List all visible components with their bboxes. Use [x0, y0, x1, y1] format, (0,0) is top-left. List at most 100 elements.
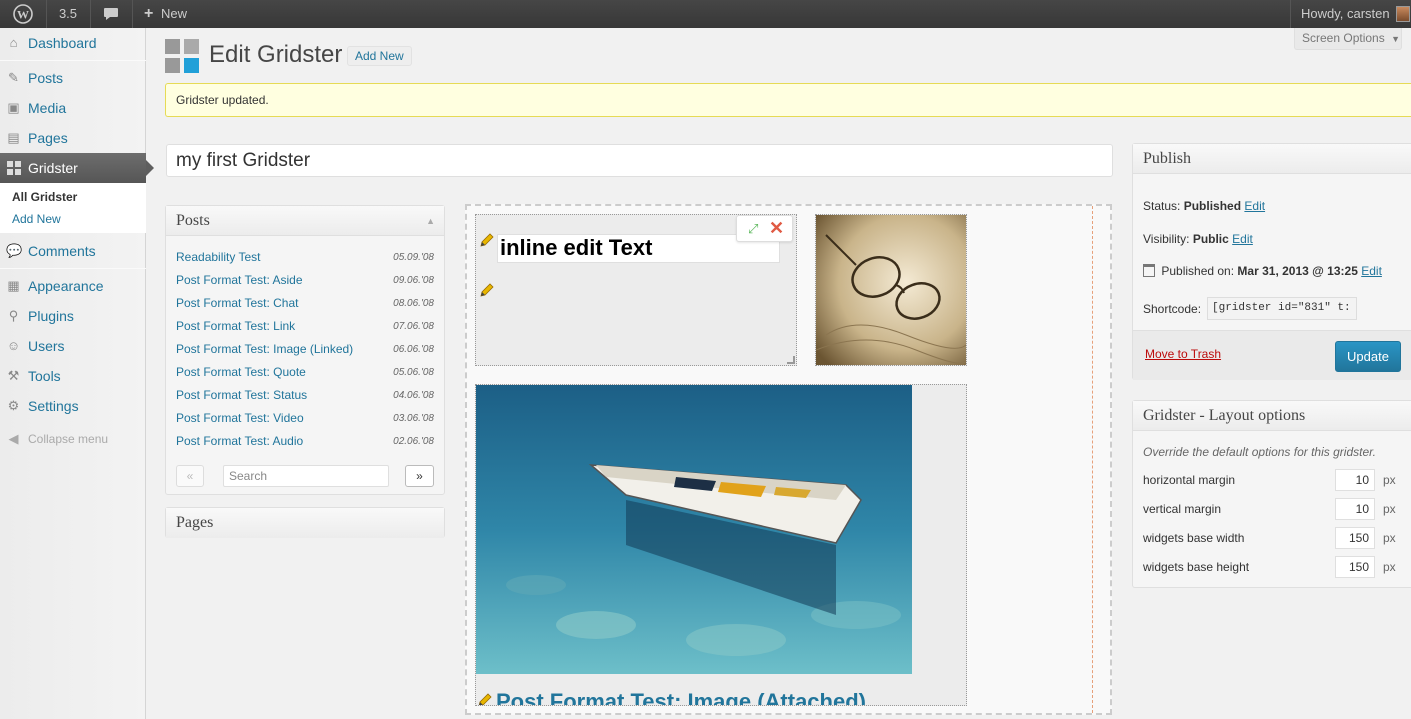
- menu-appearance-label: Appearance: [28, 278, 104, 294]
- post-list-item[interactable]: Post Format Test: Link 07.06.'08: [176, 315, 434, 338]
- published-label: Published on:: [1161, 264, 1235, 278]
- layout-field-input[interactable]: 10: [1335, 469, 1375, 491]
- menu-media[interactable]: ▣ Media: [0, 93, 146, 123]
- post-date: 08.06.'08: [393, 298, 434, 309]
- post-caption[interactable]: Post Format Test: Image (Attached): [496, 689, 866, 705]
- menu-users[interactable]: ☺ Users: [0, 331, 146, 361]
- post-date: 06.06.'08: [393, 344, 434, 355]
- wordpress-logo-icon[interactable]: W: [0, 0, 46, 28]
- post-list-item[interactable]: Post Format Test: Image (Linked) 06.06.'0…: [176, 338, 434, 361]
- resize-handle[interactable]: [787, 356, 795, 364]
- post-widget-image-attached[interactable]: Post Format Test: Image (Attached): [475, 384, 967, 706]
- post-list-item[interactable]: Post Format Test: Chat 08.06.'08: [176, 292, 434, 315]
- toggle-arrow-icon[interactable]: ▲: [426, 206, 435, 236]
- search-placeholder: Search: [229, 469, 268, 483]
- menu-posts[interactable]: ✎ Posts: [0, 63, 146, 93]
- post-title-link[interactable]: Post Format Test: Audio: [176, 434, 303, 448]
- expand-icon[interactable]: ⤢: [748, 221, 758, 237]
- move-to-trash-link[interactable]: Move to Trash: [1145, 347, 1221, 361]
- menu-users-label: Users: [28, 338, 65, 354]
- unit-label: px: [1383, 502, 1396, 516]
- post-title-link[interactable]: Post Format Test: Quote: [176, 365, 306, 379]
- gridster-submenu: All Gridster Add New: [0, 183, 146, 233]
- visibility-row: Visibility: Public Edit: [1143, 232, 1253, 246]
- avatar[interactable]: [1396, 6, 1410, 22]
- plus-icon: +: [144, 5, 154, 22]
- title-input[interactable]: my first Gridster: [166, 144, 1113, 177]
- menu-plugins[interactable]: ⚲ Plugins: [0, 301, 146, 331]
- menu-dashboard-label: Dashboard: [28, 35, 97, 51]
- pages-box-title: Pages: [176, 514, 214, 531]
- new-label: New: [160, 6, 187, 21]
- post-title-link[interactable]: Post Format Test: Link: [176, 319, 295, 333]
- version-badge[interactable]: 3.5: [46, 0, 90, 28]
- add-new-button[interactable]: Add New: [347, 46, 412, 66]
- visibility-edit-link[interactable]: Edit: [1232, 232, 1253, 246]
- submenu-all-gridster[interactable]: All Gridster: [0, 186, 146, 208]
- post-list-item[interactable]: Post Format Test: Quote 05.06.'08: [176, 361, 434, 384]
- post-title-link[interactable]: Post Format Test: Video: [176, 411, 304, 425]
- menu-comments-label: Comments: [28, 243, 96, 259]
- layout-options-desc: Override the default options for this gr…: [1143, 445, 1377, 459]
- menu-appearance[interactable]: ▦ Appearance: [0, 271, 146, 301]
- menu-tools[interactable]: ⚒ Tools: [0, 361, 146, 391]
- layout-field-label: vertical margin: [1143, 502, 1222, 516]
- menu-gridster[interactable]: Gridster: [0, 153, 146, 183]
- layout-field-input[interactable]: 150: [1335, 556, 1375, 578]
- post-title-link[interactable]: Readability Test: [176, 250, 261, 264]
- status-edit-link[interactable]: Edit: [1244, 199, 1265, 213]
- posts-box-header[interactable]: Posts ▲: [166, 206, 444, 236]
- close-icon[interactable]: ✕: [769, 218, 784, 239]
- posts-search-input[interactable]: Search: [223, 465, 389, 487]
- submenu-add-new[interactable]: Add New: [0, 208, 146, 230]
- image-widget-glasses[interactable]: [815, 214, 967, 366]
- pages-box-header[interactable]: Pages: [166, 508, 444, 538]
- text-widget[interactable]: inline edit Text ⤢ ✕: [475, 214, 797, 366]
- post-list-item[interactable]: Post Format Test: Video 03.06.'08: [176, 407, 434, 430]
- pencil-icon[interactable]: [479, 232, 495, 248]
- menu-dashboard[interactable]: ⌂ Dashboard: [0, 28, 146, 58]
- post-title-link[interactable]: Post Format Test: Aside: [176, 273, 303, 287]
- post-title-link[interactable]: Post Format Test: Chat: [176, 296, 299, 310]
- prev-page-button[interactable]: «: [176, 465, 204, 487]
- screen-options-label: Screen Options: [1302, 31, 1385, 45]
- layout-field-input[interactable]: 10: [1335, 498, 1375, 520]
- next-page-button[interactable]: »: [405, 465, 434, 487]
- pencil-icon[interactable]: [477, 692, 493, 705]
- menu-settings[interactable]: ⚙ Settings: [0, 391, 146, 421]
- post-date: 02.06.'08: [393, 436, 434, 447]
- publish-box-header[interactable]: Publish: [1133, 144, 1411, 174]
- post-list-item[interactable]: Post Format Test: Status 04.06.'08: [176, 384, 434, 407]
- collapse-menu[interactable]: ◀ Collapse menu: [0, 424, 146, 454]
- new-content-menu[interactable]: + New: [144, 0, 187, 28]
- visibility-value: Public: [1192, 232, 1229, 246]
- post-list-item[interactable]: Post Format Test: Audio 02.06.'08: [176, 430, 434, 453]
- publish-box: Publish Status: Published Edit Visibilit…: [1132, 143, 1411, 380]
- layout-field-label: widgets base height: [1143, 560, 1250, 574]
- published-row: Published on: Mar 31, 2013 @ 13:25 Edit: [1143, 264, 1382, 278]
- canvas-boundary-line: [1092, 206, 1093, 713]
- pencil-icon[interactable]: [479, 282, 495, 298]
- post-title-link[interactable]: Post Format Test: Image (Linked): [176, 342, 353, 356]
- users-icon: ☺: [6, 338, 21, 353]
- howdy-user-menu[interactable]: Howdy, carsten: [1301, 0, 1390, 28]
- menu-pages[interactable]: ▤ Pages: [0, 123, 146, 153]
- menu-tools-label: Tools: [28, 368, 61, 384]
- layout-options-header[interactable]: Gridster - Layout options: [1133, 401, 1411, 431]
- shortcode-field[interactable]: [gridster id="831" t:: [1207, 297, 1357, 320]
- screen-options-tab[interactable]: Screen Options ▼: [1294, 28, 1402, 50]
- appearance-icon: ▦: [7, 278, 20, 293]
- post-list-item[interactable]: Readability Test 05.09.'08: [176, 246, 434, 269]
- post-title-link[interactable]: Post Format Test: Status: [176, 388, 307, 402]
- layout-field-input[interactable]: 150: [1335, 527, 1375, 549]
- update-button[interactable]: Update: [1335, 341, 1401, 372]
- published-edit-link[interactable]: Edit: [1361, 264, 1382, 278]
- arrow-down-icon: ▼: [1391, 34, 1400, 44]
- comments-icon[interactable]: [90, 0, 132, 28]
- unit-label: px: [1383, 560, 1396, 574]
- post-list-item[interactable]: Post Format Test: Aside 09.06.'08: [176, 269, 434, 292]
- post-date: 05.06.'08: [393, 367, 434, 378]
- menu-comments[interactable]: 💬 Comments: [0, 236, 146, 266]
- calendar-icon: [1143, 264, 1155, 277]
- grid-icon: [6, 161, 21, 175]
